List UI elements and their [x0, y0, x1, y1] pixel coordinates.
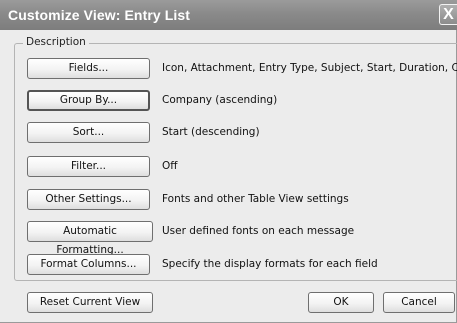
cancel-button[interactable]: Cancel [383, 292, 455, 313]
fields-button[interactable]: Fields... [27, 58, 150, 79]
automatic-formatting-description: User defined fonts on each message [162, 225, 355, 237]
reset-current-view-button[interactable]: Reset Current View [27, 292, 153, 313]
title-bar: Customize View: Entry List X [0, 0, 457, 30]
filter-button[interactable]: Filter... [27, 156, 150, 177]
filter-description: Off [162, 160, 178, 172]
sort-description: Start (descending) [162, 126, 260, 138]
group-label: Description [23, 36, 89, 48]
other-settings-button[interactable]: Other Settings... [27, 189, 150, 210]
close-icon[interactable]: X [439, 4, 457, 25]
automatic-formatting-button[interactable]: Automatic Formatting... [27, 221, 153, 256]
sort-button[interactable]: Sort... [27, 122, 150, 143]
group-by-description: Company (ascending) [162, 94, 278, 106]
group-by-button[interactable]: Group By... [27, 90, 150, 111]
ok-button[interactable]: OK [308, 292, 374, 313]
format-columns-description: Specify the display formats for each fie… [162, 258, 378, 270]
customize-view-dialog: Customize View: Entry List X Description… [0, 0, 457, 323]
other-settings-description: Fonts and other Table View settings [162, 193, 349, 205]
format-columns-button[interactable]: Format Columns... [27, 254, 150, 275]
window-title: Customize View: Entry List [8, 7, 191, 23]
fields-description: Icon, Attachment, Entry Type, Subject, S… [162, 62, 457, 74]
